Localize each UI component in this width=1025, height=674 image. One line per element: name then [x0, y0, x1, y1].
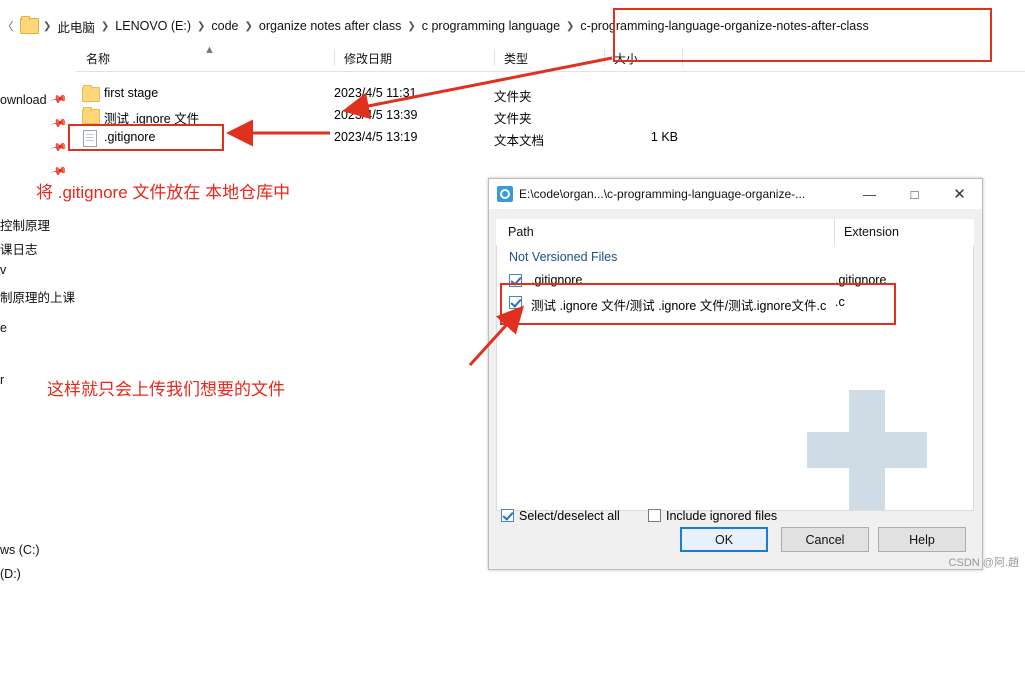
column-divider-1[interactable] — [334, 49, 335, 66]
column-header-path[interactable]: Path — [508, 225, 534, 239]
column-header-type[interactable]: 类型 — [504, 50, 528, 67]
add-files-dialog: E:\code\organ...\c-programming-language-… — [488, 178, 983, 570]
sidebar-item-drive-c[interactable]: ws (C:) — [0, 543, 40, 557]
file-type: 文件夹 — [494, 90, 532, 104]
breadcrumb-item-3[interactable]: organize notes after class — [255, 17, 405, 35]
column-header-name[interactable]: 名称 — [86, 50, 110, 67]
file-type: 文件夹 — [494, 112, 532, 126]
list-column-divider[interactable] — [834, 219, 835, 245]
pin-icon[interactable]: 📌 — [50, 138, 69, 157]
sidebar-item-e[interactable]: e — [0, 321, 7, 335]
window-controls: — □ ✕ — [847, 179, 982, 209]
breadcrumb-item-0[interactable]: 此电脑 — [53, 15, 99, 38]
pin-icon[interactable]: 📌 — [50, 114, 69, 133]
breadcrumb-item-4[interactable]: c programming language — [418, 17, 564, 35]
include-ignored-files-label[interactable]: Include ignored files — [666, 509, 777, 523]
sidebar-item-v[interactable]: v — [0, 263, 6, 277]
folder-icon — [82, 85, 100, 102]
include-ignored-files-checkbox[interactable] — [648, 509, 661, 522]
select-deselect-all-label[interactable]: Select/deselect all — [519, 509, 620, 523]
list-item[interactable]: 测试 .ignore 文件/测试 .ignore 文件/测试.ignore文件.… — [497, 293, 973, 313]
breadcrumb-separator-0: ❯ — [43, 20, 52, 32]
row-checkbox[interactable] — [509, 296, 522, 309]
sidebar-item-class-log[interactable]: 课日志 — [0, 239, 38, 258]
sort-ascending-icon: ▲ — [204, 44, 215, 56]
annotation-box-folder-name — [613, 8, 992, 62]
address-folder-icon — [20, 16, 39, 34]
close-button[interactable]: ✕ — [937, 179, 982, 209]
cancel-button[interactable]: Cancel — [781, 527, 869, 552]
list-column-headers: Path Extension — [496, 219, 974, 246]
app-icon — [497, 186, 513, 202]
breadcrumb-item-2[interactable]: code — [207, 17, 242, 35]
row-extension: .c — [835, 295, 845, 309]
list-item[interactable]: .gitignore .gitignore — [497, 271, 973, 291]
column-divider-2[interactable] — [494, 49, 495, 66]
row-path: .gitignore — [531, 273, 583, 287]
breadcrumb-item-1[interactable]: LENOVO (E:) — [111, 17, 195, 35]
annotation-note-1: 将 .gitignore 文件放在 本地仓库中 — [36, 183, 291, 202]
file-type: 文本文档 — [494, 134, 545, 148]
file-name: first stage — [104, 86, 159, 100]
dialog-options-row: Select/deselect all Include ignored file… — [496, 507, 974, 527]
file-date: 2023/4/5 13:19 — [334, 130, 418, 144]
annotation-box-gitignore — [68, 124, 224, 151]
row-extension: .gitignore — [835, 273, 887, 287]
ok-button[interactable]: OK — [680, 527, 768, 552]
file-date: 2023/4/5 11:31 — [334, 86, 417, 100]
breadcrumb-separator-4: ❯ — [407, 20, 416, 32]
breadcrumb-separator-5: ❯ — [566, 20, 575, 32]
breadcrumb-separator-2: ❯ — [197, 20, 206, 32]
sidebar-item-r[interactable]: r — [0, 373, 4, 387]
file-list-body[interactable]: Not Versioned Files .gitignore .gitignor… — [496, 245, 974, 511]
sidebar-item-drive-d[interactable]: (D:) — [0, 567, 21, 581]
watermark: CSDN @阿.趙 — [948, 557, 1019, 569]
dialog-title-bar[interactable]: E:\code\organ...\c-programming-language-… — [489, 179, 982, 209]
maximize-button[interactable]: □ — [892, 179, 937, 209]
select-deselect-all-checkbox[interactable] — [501, 509, 514, 522]
sidebar-item-control-theory[interactable]: 控制原理 — [0, 215, 50, 234]
breadcrumb-separator-3: ❯ — [244, 20, 253, 32]
table-row[interactable]: first stage 2023/4/5 11:31 文件夹 — [76, 83, 1025, 105]
file-date: 2023/4/5 13:39 — [334, 108, 418, 122]
row-checkbox[interactable] — [509, 274, 522, 287]
nav-back-chevron-icon[interactable]: 〈 — [0, 18, 16, 34]
pin-icon[interactable]: 📌 — [50, 90, 69, 109]
minimize-button[interactable]: — — [847, 179, 892, 209]
sidebar-item-theory-class[interactable]: 制原理的上课 — [0, 287, 75, 306]
column-header-date[interactable]: 修改日期 — [344, 50, 392, 67]
file-list-panel: Path Extension Not Versioned Files .giti… — [496, 219, 974, 674]
help-button[interactable]: Help — [878, 527, 966, 552]
annotation-note-2: 这样就只会上传我们想要的文件 — [47, 380, 285, 399]
plus-watermark-icon — [807, 390, 927, 510]
folder-icon — [82, 107, 100, 124]
dialog-title: E:\code\organ...\c-programming-language-… — [519, 187, 806, 201]
group-header-not-versioned: Not Versioned Files — [509, 250, 618, 264]
column-header-extension[interactable]: Extension — [844, 225, 899, 239]
sidebar-item-download[interactable]: ownload — [0, 93, 47, 107]
column-divider-3[interactable] — [604, 49, 605, 66]
breadcrumb-separator-1: ❯ — [100, 20, 110, 32]
row-path: 测试 .ignore 文件/测试 .ignore 文件/测试.ignore文件.… — [531, 299, 827, 313]
file-size: 1 KB — [650, 130, 678, 144]
